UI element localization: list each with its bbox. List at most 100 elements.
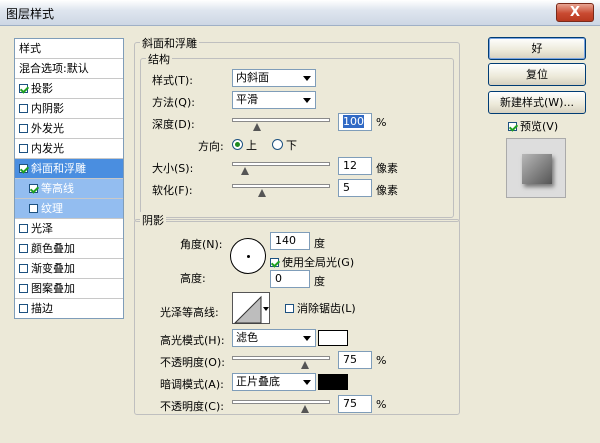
style-item-satin[interactable]: 光泽: [15, 219, 123, 239]
style-dropdown-value: 内斜面: [236, 71, 269, 84]
soften-slider-thumb[interactable]: [258, 189, 266, 198]
style-item-inner-shadow[interactable]: 内阴影: [15, 99, 123, 119]
altitude-value: 0: [275, 272, 282, 285]
direction-up-label: 上: [246, 139, 257, 152]
checkbox-icon[interactable]: [19, 264, 28, 273]
antialias-label: 消除锯齿(L): [297, 302, 356, 315]
angle-input[interactable]: 140: [270, 232, 310, 250]
style-dropdown[interactable]: 内斜面: [232, 69, 316, 87]
size-input[interactable]: 12: [338, 157, 372, 175]
title-bar: 图层样式 X: [0, 0, 600, 26]
direction-down-label: 下: [286, 139, 297, 152]
size-slider-thumb[interactable]: [241, 167, 249, 176]
highlight-opacity-slider[interactable]: [232, 356, 330, 360]
close-button[interactable]: X: [556, 3, 594, 22]
style-item-inner-glow[interactable]: 内发光: [15, 139, 123, 159]
checkbox-icon[interactable]: [19, 224, 28, 233]
checkbox-icon[interactable]: [285, 304, 294, 313]
altitude-label: 高度:: [180, 272, 206, 285]
radio-selected-icon[interactable]: [232, 139, 243, 150]
style-list-header[interactable]: 样式: [15, 39, 123, 59]
soften-unit: 像素: [376, 184, 398, 197]
size-slider[interactable]: [232, 162, 330, 166]
checkbox-icon[interactable]: [19, 84, 28, 93]
style-item-label: 颜色叠加: [31, 242, 75, 255]
shadow-opacity-thumb[interactable]: [301, 405, 309, 414]
style-item-label: 斜面和浮雕: [31, 162, 86, 175]
checkbox-icon[interactable]: [29, 204, 38, 213]
highlight-opacity-label: 不透明度(O):: [160, 356, 225, 369]
depth-slider-thumb[interactable]: [253, 123, 261, 132]
style-item-texture[interactable]: 纹理: [15, 199, 123, 219]
highlight-opacity-value: 75: [343, 353, 357, 366]
shadow-mode-value: 正片叠底: [236, 375, 280, 388]
shadow-opacity-input[interactable]: 75: [338, 395, 372, 413]
checkbox-icon[interactable]: [19, 304, 28, 313]
shadow-mode-dropdown[interactable]: 正片叠底: [232, 373, 316, 391]
style-preview-thumbnail: [506, 138, 566, 198]
direction-down-radio[interactable]: 下: [272, 137, 297, 153]
checkbox-icon[interactable]: [19, 244, 28, 253]
shadow-opacity-value: 75: [343, 397, 357, 410]
antialias-checkbox[interactable]: 消除锯齿(L): [285, 300, 356, 316]
angle-dial[interactable]: [230, 238, 266, 274]
style-item-stroke[interactable]: 描边: [15, 299, 123, 319]
style-item-label: 等高线: [41, 182, 74, 195]
soften-slider[interactable]: [232, 184, 330, 188]
new-style-button[interactable]: 新建样式(W)...: [488, 91, 586, 114]
global-light-checkbox[interactable]: 使用全局光(G): [270, 254, 354, 270]
shadow-color-swatch[interactable]: [318, 374, 348, 390]
checkbox-icon[interactable]: [508, 122, 517, 131]
highlight-mode-dropdown[interactable]: 滤色: [232, 329, 316, 347]
style-item-label: 图案叠加: [31, 282, 75, 295]
soften-label: 软化(F):: [152, 184, 193, 197]
gloss-contour-picker[interactable]: [232, 292, 270, 324]
style-item-contour[interactable]: 等高线: [15, 179, 123, 199]
technique-label: 方法(Q):: [152, 96, 195, 109]
direction-up-radio[interactable]: 上: [232, 137, 257, 153]
style-item-color-overlay[interactable]: 颜色叠加: [15, 239, 123, 259]
style-item-label: 渐变叠加: [31, 262, 75, 275]
dialog-body: 样式 混合选项:默认 投影 内阴影 外发光 内发光 斜面和浮雕 等高线 纹理 光…: [0, 26, 600, 443]
depth-slider[interactable]: [232, 118, 330, 122]
style-item-gradient-overlay[interactable]: 渐变叠加: [15, 259, 123, 279]
checkbox-icon[interactable]: [19, 164, 28, 173]
style-item-pattern-overlay[interactable]: 图案叠加: [15, 279, 123, 299]
checkbox-icon[interactable]: [29, 184, 38, 193]
depth-input[interactable]: 100: [338, 113, 372, 131]
checkbox-icon[interactable]: [19, 104, 28, 113]
blend-options-item[interactable]: 混合选项:默认: [15, 59, 123, 79]
highlight-color-swatch[interactable]: [318, 330, 348, 346]
direction-label: 方向:: [198, 140, 224, 153]
style-item-label: 内阴影: [31, 102, 64, 115]
bevel-section-title: 斜面和浮雕: [140, 35, 199, 51]
highlight-opacity-input[interactable]: 75: [338, 351, 372, 369]
shading-title: 阴影: [140, 212, 166, 228]
style-item-drop-shadow[interactable]: 投影: [15, 79, 123, 99]
shadow-opacity-slider[interactable]: [232, 400, 330, 404]
angle-unit: 度: [314, 237, 325, 250]
ok-button[interactable]: 好: [488, 37, 586, 60]
reset-button[interactable]: 复位: [488, 63, 586, 86]
checkbox-icon[interactable]: [19, 124, 28, 133]
style-item-outer-glow[interactable]: 外发光: [15, 119, 123, 139]
size-unit: 像素: [376, 162, 398, 175]
radio-icon[interactable]: [272, 139, 283, 150]
highlight-opacity-thumb[interactable]: [301, 361, 309, 370]
style-list: 样式 混合选项:默认 投影 内阴影 外发光 内发光 斜面和浮雕 等高线 纹理 光…: [14, 38, 124, 319]
technique-dropdown-value: 平滑: [236, 93, 258, 106]
checkbox-icon[interactable]: [270, 258, 279, 267]
style-item-bevel-emboss[interactable]: 斜面和浮雕: [15, 159, 123, 179]
shadow-mode-label: 暗调模式(A):: [160, 378, 224, 391]
checkbox-icon[interactable]: [19, 284, 28, 293]
checkbox-icon[interactable]: [19, 144, 28, 153]
altitude-input[interactable]: 0: [270, 270, 310, 288]
style-item-label: 描边: [31, 302, 53, 315]
soften-input[interactable]: 5: [338, 179, 372, 197]
chevron-down-icon: [303, 380, 311, 385]
technique-dropdown[interactable]: 平滑: [232, 91, 316, 109]
style-label: 样式(T):: [152, 74, 194, 87]
preview-checkbox[interactable]: 预览(V): [508, 118, 558, 134]
angle-label: 角度(N):: [180, 238, 223, 251]
style-item-label: 光泽: [31, 222, 53, 235]
